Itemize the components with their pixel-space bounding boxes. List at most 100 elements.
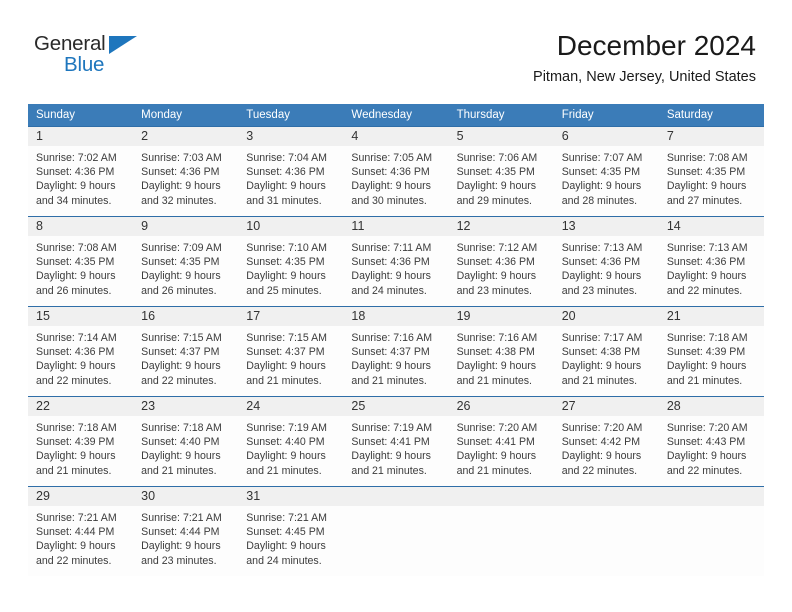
- day-cell: Sunrise: 7:06 AM Sunset: 4:35 PM Dayligh…: [449, 146, 554, 216]
- daylight-text-line1: Daylight: 9 hours: [666, 360, 747, 373]
- day-cell: Sunrise: 7:18 AM Sunset: 4:39 PM Dayligh…: [28, 416, 133, 486]
- daylight-text-line1: Daylight: 9 hours: [141, 270, 221, 283]
- day-number: 9: [141, 219, 149, 233]
- page-subtitle: Pitman, New Jersey, United States: [533, 69, 756, 86]
- week-daynumber-band: 8 9 10 11 12 13 14: [28, 217, 764, 236]
- daylight-text-line1: Daylight: 9 hours: [456, 360, 537, 373]
- daylight-text-line2: and 34 minutes.: [36, 194, 112, 207]
- sunset-text: Sunset: 4:38 PM: [561, 346, 641, 359]
- daylight-text-line2: and 24 minutes.: [246, 554, 322, 567]
- day-number-empty: [659, 487, 764, 506]
- sunrise-text: Sunrise: 7:17 AM: [561, 332, 643, 344]
- daylight-text-line1: Daylight: 9 hours: [351, 360, 431, 373]
- daylight-text-line1: Daylight: 9 hours: [561, 360, 642, 373]
- day-number: 4: [351, 129, 359, 143]
- sunrise-text: Sunrise: 7:16 AM: [456, 332, 538, 344]
- day-cell: Sunrise: 7:17 AM Sunset: 4:38 PM Dayligh…: [554, 326, 659, 396]
- day-cell: Sunrise: 7:04 AM Sunset: 4:36 PM Dayligh…: [238, 146, 343, 216]
- day-cell: Sunrise: 7:18 AM Sunset: 4:40 PM Dayligh…: [133, 416, 238, 486]
- calendar-week-row: 29 30 31 Sunrise: 7:21 AM Sunset: 4:44 P…: [28, 486, 764, 576]
- daylight-text-line1: Daylight: 9 hours: [36, 540, 116, 553]
- week-daynumber-band: 1 2 3 4 5 6 7: [28, 127, 764, 146]
- week-detail-band: Sunrise: 7:21 AM Sunset: 4:44 PM Dayligh…: [28, 506, 764, 576]
- day-number: 5: [456, 129, 464, 143]
- sunset-text: Sunset: 4:36 PM: [351, 166, 430, 179]
- weekday-header-sunday: Sunday: [36, 109, 76, 121]
- daylight-text-line2: and 32 minutes.: [141, 194, 217, 207]
- day-number: 13: [561, 219, 576, 233]
- calendar-grid: Sunday Monday Tuesday Wednesday Thursday…: [28, 104, 764, 576]
- daylight-text-line1: Daylight: 9 hours: [36, 450, 116, 463]
- day-number: 26: [456, 399, 471, 413]
- daylight-text-line2: and 21 minutes.: [36, 464, 112, 477]
- daylight-text-line2: and 26 minutes.: [36, 284, 112, 297]
- day-cell-empty: [659, 506, 764, 576]
- sunrise-text: Sunrise: 7:13 AM: [561, 242, 643, 254]
- daylight-text-line1: Daylight: 9 hours: [36, 360, 116, 373]
- sunset-text: Sunset: 4:36 PM: [36, 346, 115, 359]
- week-detail-band: Sunrise: 7:14 AM Sunset: 4:36 PM Dayligh…: [28, 326, 764, 396]
- daylight-text-line1: Daylight: 9 hours: [36, 270, 116, 283]
- sunrise-text: Sunrise: 7:18 AM: [36, 422, 117, 434]
- daylight-text-line1: Daylight: 9 hours: [246, 360, 326, 373]
- sunset-text: Sunset: 4:36 PM: [36, 166, 115, 179]
- sunrise-text: Sunrise: 7:18 AM: [141, 422, 222, 434]
- day-cell: Sunrise: 7:20 AM Sunset: 4:42 PM Dayligh…: [554, 416, 659, 486]
- daylight-text-line1: Daylight: 9 hours: [351, 270, 431, 283]
- day-number: 14: [666, 219, 681, 233]
- weekday-header-thursday: Thursday: [456, 109, 505, 121]
- day-number: 11: [351, 219, 365, 233]
- sunset-text: Sunset: 4:40 PM: [141, 436, 220, 449]
- sunrise-text: Sunrise: 7:04 AM: [246, 152, 327, 164]
- daylight-text-line1: Daylight: 9 hours: [456, 450, 537, 463]
- weekday-header-wednesday: Wednesday: [351, 109, 412, 121]
- day-cell: Sunrise: 7:21 AM Sunset: 4:44 PM Dayligh…: [28, 506, 133, 576]
- sunset-text: Sunset: 4:36 PM: [141, 166, 220, 179]
- day-cell: Sunrise: 7:15 AM Sunset: 4:37 PM Dayligh…: [238, 326, 343, 396]
- title-block: December 2024 Pitman, New Jersey, United…: [533, 30, 756, 86]
- daylight-text-line1: Daylight: 9 hours: [246, 180, 326, 193]
- sunset-text: Sunset: 4:45 PM: [246, 526, 325, 539]
- day-cell: Sunrise: 7:05 AM Sunset: 4:36 PM Dayligh…: [343, 146, 448, 216]
- sunset-text: Sunset: 4:41 PM: [456, 436, 535, 449]
- general-blue-logo: General Blue: [34, 32, 214, 86]
- sunrise-text: Sunrise: 7:20 AM: [561, 422, 643, 434]
- day-number: 25: [351, 399, 366, 413]
- day-cell: Sunrise: 7:19 AM Sunset: 4:40 PM Dayligh…: [238, 416, 343, 486]
- sunrise-text: Sunrise: 7:20 AM: [456, 422, 538, 434]
- day-number: 3: [246, 129, 254, 143]
- daylight-text-line2: and 31 minutes.: [246, 194, 322, 207]
- sunrise-text: Sunrise: 7:10 AM: [246, 242, 327, 254]
- day-number: 1: [36, 129, 43, 143]
- daylight-text-line1: Daylight: 9 hours: [456, 270, 537, 283]
- weekday-header-tuesday: Tuesday: [246, 109, 290, 121]
- daylight-text-line2: and 23 minutes.: [561, 284, 638, 297]
- sunrise-text: Sunrise: 7:19 AM: [246, 422, 327, 434]
- sunset-text: Sunset: 4:36 PM: [456, 256, 535, 269]
- day-cell: Sunrise: 7:13 AM Sunset: 4:36 PM Dayligh…: [554, 236, 659, 306]
- week-detail-band: Sunrise: 7:02 AM Sunset: 4:36 PM Dayligh…: [28, 146, 764, 216]
- daylight-text-line1: Daylight: 9 hours: [666, 180, 747, 193]
- sunrise-text: Sunrise: 7:05 AM: [351, 152, 433, 164]
- sunset-text: Sunset: 4:35 PM: [561, 166, 641, 179]
- sunset-text: Sunset: 4:38 PM: [456, 346, 535, 359]
- week-detail-band: Sunrise: 7:18 AM Sunset: 4:39 PM Dayligh…: [28, 416, 764, 486]
- daylight-text-line1: Daylight: 9 hours: [561, 270, 642, 283]
- daylight-text-line2: and 30 minutes.: [351, 194, 427, 207]
- daylight-text-line2: and 22 minutes.: [561, 464, 638, 477]
- day-number-empty: [343, 487, 448, 506]
- sunset-text: Sunset: 4:40 PM: [246, 436, 325, 449]
- sunset-text: Sunset: 4:44 PM: [141, 526, 220, 539]
- sunset-text: Sunset: 4:41 PM: [351, 436, 430, 449]
- daylight-text-line1: Daylight: 9 hours: [246, 540, 326, 553]
- sunset-text: Sunset: 4:35 PM: [141, 256, 220, 269]
- day-number: 17: [246, 309, 261, 323]
- day-number: 28: [666, 399, 681, 413]
- daylight-text-line1: Daylight: 9 hours: [561, 180, 642, 193]
- day-number: 29: [36, 489, 50, 503]
- sunrise-text: Sunrise: 7:13 AM: [666, 242, 748, 254]
- logo-text-general: General: [34, 32, 106, 55]
- daylight-text-line1: Daylight: 9 hours: [36, 180, 116, 193]
- daylight-text-line1: Daylight: 9 hours: [141, 360, 221, 373]
- sunrise-text: Sunrise: 7:02 AM: [36, 152, 117, 164]
